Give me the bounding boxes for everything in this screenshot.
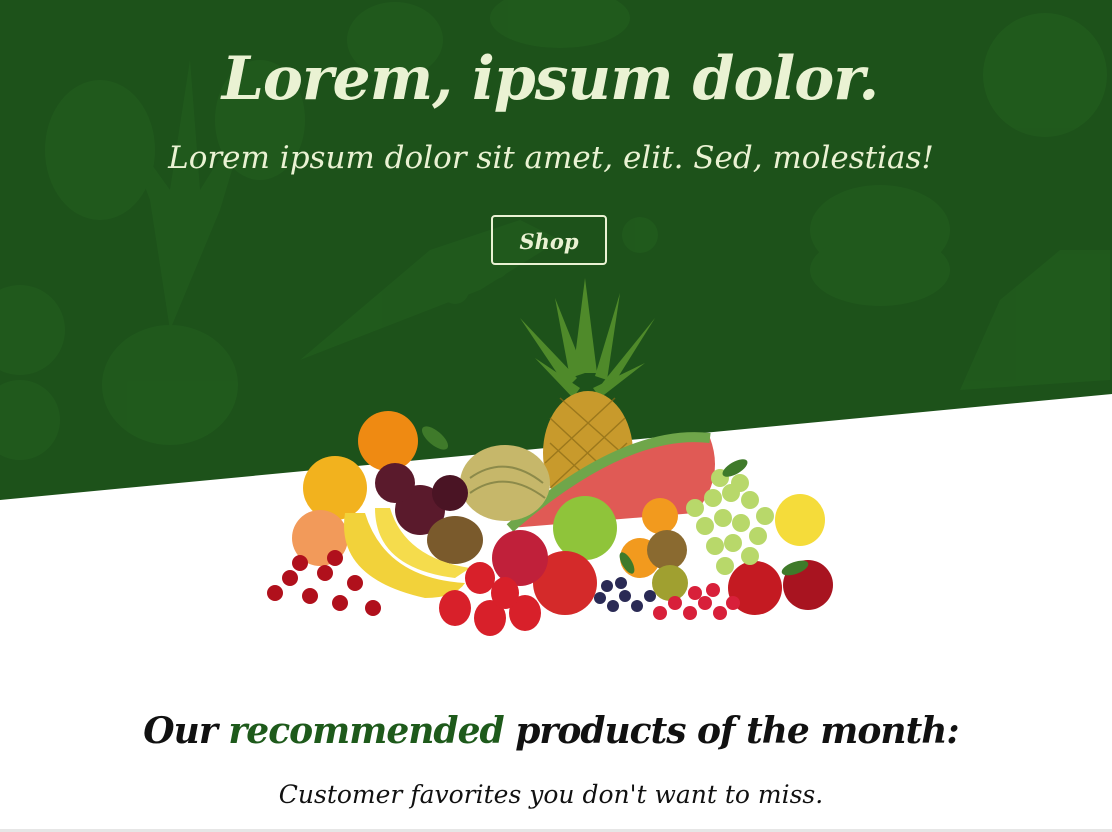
- heading-text-after: products of the month:: [503, 710, 960, 752]
- heading-accent-word: recommended: [228, 710, 504, 752]
- heading-text-before: Our: [143, 710, 229, 752]
- recommended-subheading: Customer favorites you don't want to mis…: [278, 780, 824, 809]
- fruit-assortment-image: [267, 278, 833, 636]
- page: Lorem, ipsum dolor. Lorem ipsum dolor si…: [0, 0, 1112, 832]
- shop-button[interactable]: Shop: [491, 215, 607, 265]
- hero-subtitle: Lorem ipsum dolor sit amet, elit. Sed, m…: [168, 140, 934, 176]
- recommended-heading: Our recommended products of the month:: [0, 710, 1102, 752]
- hero-title: Lorem, ipsum dolor.: [221, 44, 880, 114]
